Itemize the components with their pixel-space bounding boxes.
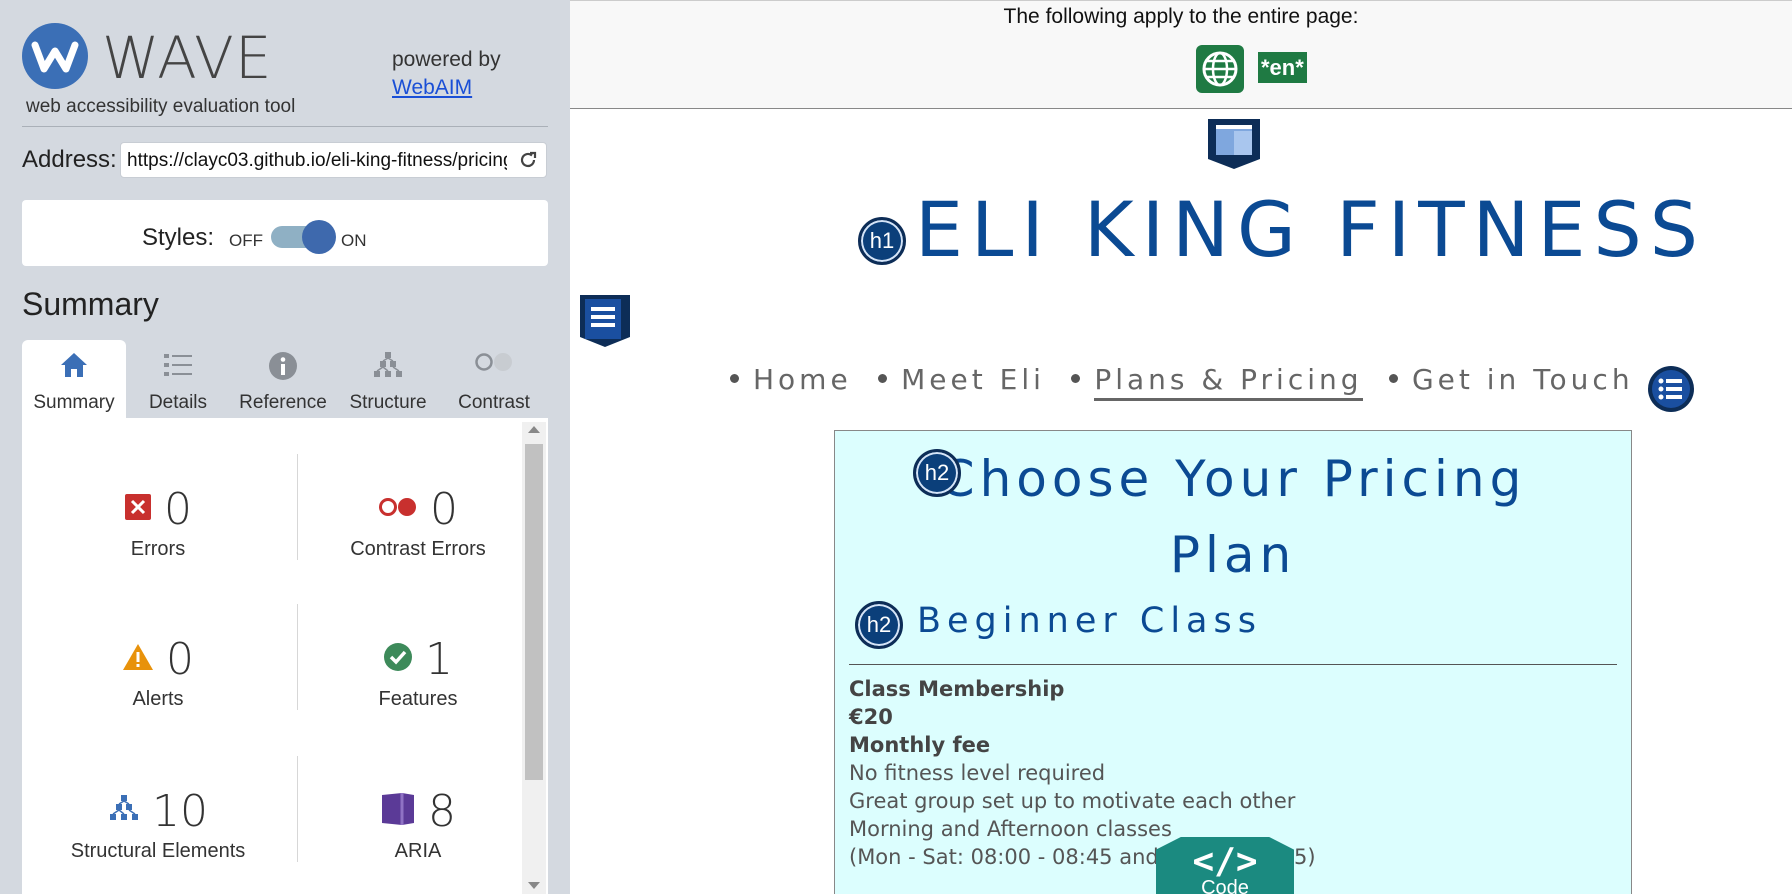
alerts-count: 0 bbox=[166, 633, 194, 685]
scroll-down-arrow-icon[interactable] bbox=[528, 882, 540, 889]
bullet bbox=[1071, 374, 1081, 383]
nav-label: Home bbox=[753, 363, 852, 396]
stat-features[interactable]: 1 Features bbox=[298, 634, 538, 711]
structure-icon bbox=[108, 794, 140, 829]
contrast-icon bbox=[474, 351, 514, 378]
info-icon bbox=[268, 351, 298, 386]
tab-label: Reference bbox=[239, 392, 327, 413]
styles-on-label: ON bbox=[341, 231, 367, 250]
nav-label: Plans & Pricing bbox=[1094, 363, 1363, 401]
fee-label: Monthly fee bbox=[849, 733, 991, 757]
globe-icon[interactable] bbox=[1196, 45, 1244, 93]
code-toggle-button[interactable]: </> Code bbox=[1156, 837, 1294, 894]
banner-text: The following apply to the entire page: bbox=[1003, 5, 1359, 28]
panel-tabs: Summary Details Reference Structure Cont… bbox=[22, 340, 548, 418]
powered-by-label: powered by bbox=[392, 48, 501, 71]
styles-label: Styles: bbox=[142, 224, 215, 251]
tab-label: Structure bbox=[349, 392, 427, 413]
divider bbox=[849, 664, 1617, 665]
nav-label: Get in Touch bbox=[1411, 363, 1634, 396]
class-name: Beginner Class bbox=[917, 601, 1262, 641]
error-icon bbox=[124, 493, 152, 526]
alert-icon bbox=[122, 643, 154, 676]
address-input[interactable] bbox=[127, 149, 507, 173]
nav-item-meet-eli[interactable]: Meet Eli bbox=[878, 363, 1045, 396]
code-label: Code bbox=[1201, 877, 1249, 894]
stat-alerts[interactable]: 0 Alerts bbox=[38, 634, 278, 711]
divider bbox=[22, 126, 548, 127]
list-icon bbox=[163, 351, 193, 384]
home-icon bbox=[59, 351, 89, 384]
h2-badge[interactable]: h2 bbox=[855, 601, 903, 649]
stat-errors[interactable]: 0 Errors bbox=[38, 484, 278, 561]
wave-tagline: web accessibility evaluation tool bbox=[26, 96, 296, 117]
structural-count: 10 bbox=[152, 785, 208, 837]
stat-contrast-errors[interactable]: 0 Contrast Errors bbox=[298, 484, 538, 561]
tab-reference[interactable]: Reference bbox=[230, 340, 336, 418]
styles-panel: Styles: OFF ON bbox=[22, 200, 548, 266]
aria-label: ARIA bbox=[394, 840, 442, 862]
nav-item-plans-pricing[interactable]: Plans & Pricing bbox=[1071, 363, 1363, 401]
list-structure-icon[interactable] bbox=[1646, 364, 1696, 419]
wave-logo-text: WAVE bbox=[102, 24, 273, 92]
bullet bbox=[730, 374, 739, 383]
alerts-label: Alerts bbox=[132, 688, 184, 710]
main-nav: Home Meet Eli Plans & Pricing Get in Tou… bbox=[730, 363, 1656, 401]
h1-badge[interactable]: h1 bbox=[858, 217, 906, 265]
pricing-card: Choose Your Pricing Plan h2 h2 Beginner … bbox=[834, 430, 1632, 894]
contrast-errors-label: Contrast Errors bbox=[350, 538, 486, 560]
price: €20 bbox=[849, 705, 893, 729]
structural-label: Structural Elements bbox=[70, 840, 246, 862]
tab-label: Contrast bbox=[458, 392, 530, 413]
tab-details[interactable]: Details bbox=[126, 340, 230, 418]
summary-panel: 0 Errors 0 Contrast Errors 0 Alerts 1 Fe… bbox=[22, 418, 548, 894]
address-field[interactable] bbox=[120, 142, 547, 178]
feature-icon bbox=[383, 642, 413, 677]
address-label: Address: bbox=[22, 146, 117, 173]
nav-item-home[interactable]: Home bbox=[730, 363, 852, 396]
features-count: 1 bbox=[425, 633, 453, 685]
summary-heading: Summary bbox=[22, 286, 159, 322]
stat-structural[interactable]: 10 Structural Elements bbox=[38, 786, 278, 863]
tab-contrast[interactable]: Contrast bbox=[440, 340, 548, 418]
h2-badge[interactable]: h2 bbox=[913, 449, 961, 497]
styles-toggle-knob[interactable] bbox=[302, 220, 336, 254]
styles-off-label: OFF bbox=[229, 231, 263, 250]
scrollbar-thumb[interactable] bbox=[525, 444, 543, 780]
contrast-error-icon bbox=[378, 496, 418, 523]
membership-label: Class Membership bbox=[849, 677, 1065, 701]
bullet bbox=[878, 374, 888, 383]
stat-aria[interactable]: 8 ARIA bbox=[298, 786, 538, 863]
aria-count: 8 bbox=[428, 785, 456, 837]
language-badge[interactable]: *en* bbox=[1258, 52, 1307, 83]
powered-by: powered by WebAIM bbox=[392, 46, 501, 102]
bullet bbox=[1388, 374, 1398, 383]
errors-count: 0 bbox=[164, 483, 192, 535]
tab-label: Details bbox=[148, 392, 208, 413]
evaluated-page: The following apply to the entire page: … bbox=[570, 0, 1792, 894]
tab-label: Summary bbox=[33, 392, 115, 413]
webaim-link[interactable]: WebAIM bbox=[392, 76, 472, 99]
errors-label: Errors bbox=[130, 538, 186, 560]
aria-menu-icon[interactable] bbox=[578, 293, 632, 354]
detail-line: Great group set up to motivate each othe… bbox=[849, 789, 1296, 813]
nav-label: Meet Eli bbox=[901, 363, 1045, 396]
scroll-up-arrow-icon[interactable] bbox=[528, 426, 540, 433]
nav-item-get-in-touch[interactable]: Get in Touch bbox=[1388, 363, 1634, 396]
site-title: ELI KING FITNESS bbox=[915, 185, 1706, 274]
contrast-errors-count: 0 bbox=[430, 483, 458, 535]
reload-icon[interactable] bbox=[518, 150, 538, 175]
features-label: Features bbox=[378, 688, 458, 710]
wave-sidebar: WAVE web accessibility evaluation tool p… bbox=[0, 0, 570, 894]
page-level-banner: The following apply to the entire page: … bbox=[570, 1, 1792, 109]
aria-icon bbox=[380, 792, 416, 831]
hierarchy-icon bbox=[372, 351, 404, 386]
tab-structure[interactable]: Structure bbox=[336, 340, 440, 418]
wave-logo-icon bbox=[22, 23, 88, 89]
panel-scrollbar[interactable] bbox=[522, 422, 546, 894]
aria-icon[interactable] bbox=[1206, 117, 1262, 176]
detail-line: No fitness level required bbox=[849, 761, 1106, 785]
tab-summary[interactable]: Summary bbox=[22, 340, 126, 418]
